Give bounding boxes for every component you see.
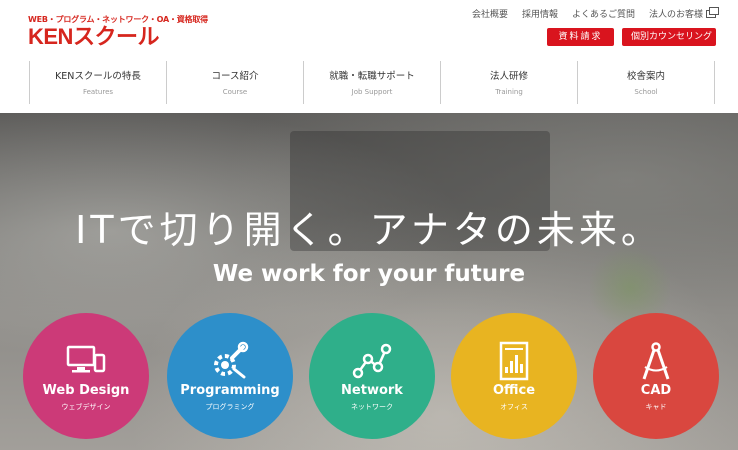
category-name: Programming xyxy=(180,383,280,398)
network-icon xyxy=(352,343,392,379)
nav-label-en: Course xyxy=(222,88,248,96)
recruitment-link[interactable]: 採用情報 xyxy=(522,7,558,20)
nav-label-en: Training xyxy=(495,88,523,96)
category-kana: プログラミング xyxy=(205,403,255,411)
gear-wrench-icon xyxy=(214,341,249,379)
nav-label-jp: KENスクールの特長 xyxy=(55,71,141,82)
global-nav: KENスクールの特長 Features コース紹介 Course 就職・転職サポ… xyxy=(29,61,715,104)
category-kana: ウェブデザイン xyxy=(61,403,111,411)
category-web-design[interactable]: Web Design ウェブデザイン xyxy=(23,313,149,439)
corporate-link-label: 法人のお客様 xyxy=(648,10,703,20)
logo-wordmark: KENスクール xyxy=(28,24,159,49)
category-kana: ネットワーク xyxy=(351,403,393,411)
request-materials-button[interactable]: 資料請求 xyxy=(547,28,614,46)
ken-school-logo[interactable]: WEB・プログラム・ネットワーク・OA・資格取得 KENスクール xyxy=(28,14,208,50)
faq-link[interactable]: よくあるご質問 xyxy=(572,7,635,20)
nav-label-en: School xyxy=(634,88,658,96)
category-name: Network xyxy=(341,383,403,398)
external-window-icon xyxy=(706,6,719,18)
category-cad[interactable]: CAD キャド xyxy=(593,313,719,439)
category-programming[interactable]: Programming プログラミング xyxy=(167,313,293,439)
corporate-link[interactable]: 法人のお客様 xyxy=(648,6,719,20)
hero-banner: ITで切り開く。アナタの未来。 We work for your future … xyxy=(0,113,738,450)
nav-item-school[interactable]: 校舎案内 School xyxy=(578,61,715,104)
nav-item-training[interactable]: 法人研修 Training xyxy=(441,61,578,104)
cta-buttons: 資料請求 個別カウンセリング xyxy=(547,28,716,46)
category-name: Office xyxy=(492,383,536,398)
site-header: WEB・プログラム・ネットワーク・OA・資格取得 KENスクール 会社概要 採用… xyxy=(0,0,738,113)
nav-label-jp: コース紹介 xyxy=(211,71,259,82)
nav-label-en: Features xyxy=(82,88,114,96)
nav-label-jp: 就職・転職サポート xyxy=(329,71,415,82)
devices-icon xyxy=(66,345,106,373)
nav-label-jp: 校舎案内 xyxy=(626,71,665,82)
category-kana: オフィス xyxy=(500,403,528,411)
nav-label-jp: 法人研修 xyxy=(489,71,528,82)
category-name: Web Design xyxy=(42,383,130,398)
individual-counseling-button[interactable]: 個別カウンセリング xyxy=(622,28,716,46)
company-info-link[interactable]: 会社概要 xyxy=(472,7,508,20)
document-chart-icon xyxy=(499,341,529,381)
nav-item-course[interactable]: コース紹介 Course xyxy=(167,61,304,104)
category-name: CAD xyxy=(640,383,672,398)
hero-headline-jp: ITで切り開く。アナタの未来。 xyxy=(75,208,663,252)
nav-item-features[interactable]: KENスクールの特長 Features xyxy=(30,61,167,104)
nav-item-job-support[interactable]: 就職・転職サポート Job Support xyxy=(304,61,441,104)
nav-label-en: Job Support xyxy=(351,88,393,96)
category-kana: キャド xyxy=(645,403,667,411)
category-network[interactable]: Network ネットワーク xyxy=(309,313,435,439)
utility-links: 会社概要 採用情報 よくあるご質問 法人のお客様 xyxy=(472,6,719,20)
compass-icon xyxy=(642,342,670,380)
category-office[interactable]: Office オフィス xyxy=(451,313,577,439)
hero-headline-en: We work for your future xyxy=(212,261,526,287)
